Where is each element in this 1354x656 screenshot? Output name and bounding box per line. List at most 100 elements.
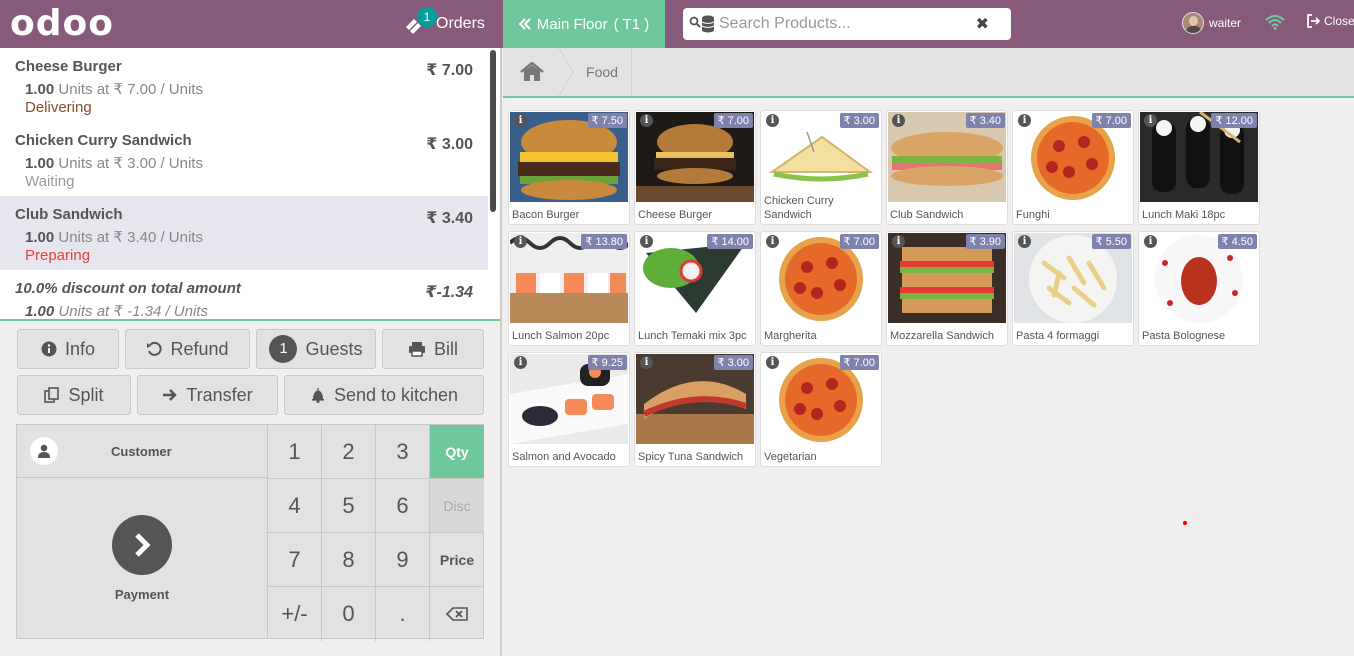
guests-label: Guests — [305, 338, 363, 359]
search-input[interactable] — [719, 15, 969, 33]
payment-button[interactable]: Payment — [17, 478, 268, 639]
numpad-key-4[interactable]: 4 — [268, 479, 322, 533]
order-divider — [0, 319, 500, 321]
numpad-key-5[interactable]: 5 — [322, 479, 376, 533]
refund-label: Refund — [170, 338, 229, 359]
product-card[interactable]: i ₹ 7.00 Vegetarian — [760, 352, 882, 467]
numpad-key-0[interactable]: 0 — [322, 587, 376, 641]
split-button[interactable]: Split — [17, 375, 131, 415]
product-card[interactable]: i ₹ 5.50 Pasta 4 formaggi — [1012, 231, 1134, 346]
odoo-logo: odoo — [10, 3, 114, 44]
product-name: Chicken Curry Sandwich — [764, 195, 834, 221]
product-name: Mozzarella Sandwich — [890, 330, 994, 342]
product-name: Margherita — [764, 330, 817, 342]
numpad-key-plus-minus[interactable]: +/- — [268, 587, 322, 641]
info-icon[interactable]: i — [514, 114, 527, 127]
numpad-key-6[interactable]: 6 — [376, 479, 430, 533]
backspace-icon — [446, 607, 468, 621]
info-button[interactable]: Info — [17, 329, 119, 369]
info-icon[interactable]: i — [892, 114, 905, 127]
numpad-key-9[interactable]: 9 — [376, 533, 430, 587]
sign-out-icon — [1307, 14, 1321, 28]
clear-search-icon[interactable]: ✖ — [976, 14, 989, 34]
info-icon[interactable]: i — [766, 235, 779, 248]
info-icon[interactable]: i — [766, 114, 779, 127]
guests-button[interactable]: 1 Guests — [256, 329, 376, 369]
breadcrumb-category-food[interactable]: Food — [573, 48, 631, 96]
numpad-key-2[interactable]: 2 — [322, 425, 376, 479]
product-card[interactable]: i ₹ 7.50 Bacon Burger — [508, 110, 630, 225]
send-to-kitchen-label: Send to kitchen — [333, 384, 459, 405]
product-price: ₹ 7.50 — [587, 113, 627, 128]
avatar — [1182, 12, 1204, 34]
send-to-kitchen-button[interactable]: Send to kitchen — [284, 375, 484, 415]
close-button[interactable]: Close — [1306, 14, 1354, 28]
product-card[interactable]: i ₹ 7.00 Margherita — [760, 231, 882, 346]
barcode-database-icon — [701, 15, 717, 33]
order-line-info: 1.00 Units at ₹ 3.00 / Units — [25, 155, 203, 172]
numpad-key-dot[interactable]: . — [376, 587, 430, 641]
info-icon[interactable]: i — [1018, 235, 1031, 248]
double-chevron-left-icon — [518, 18, 531, 30]
info-icon[interactable]: i — [640, 235, 653, 248]
left-pane: Cheese Burger ₹ 7.00 1.00 Units at ₹ 7.0… — [0, 48, 502, 656]
info-icon[interactable]: i — [1144, 235, 1157, 248]
product-card[interactable]: i ₹ 3.40 Club Sandwich — [886, 110, 1008, 225]
refund-button[interactable]: Refund — [125, 329, 250, 369]
copy-icon — [44, 387, 60, 403]
product-card[interactable]: i ₹ 3.00 Spicy Tuna Sandwich — [634, 352, 756, 467]
bill-button[interactable]: Bill — [382, 329, 484, 369]
product-price: ₹ 7.00 — [839, 355, 879, 370]
product-card[interactable]: i ₹ 4.50 Pasta Bolognese — [1138, 231, 1260, 346]
backspace-button[interactable] — [430, 587, 484, 641]
product-card[interactable]: i ₹ 3.00 Chicken Curry Sandwich — [760, 110, 882, 225]
numpad-key-3[interactable]: 3 — [376, 425, 430, 479]
numpad-key-7[interactable]: 7 — [268, 533, 322, 587]
order-line-discount[interactable]: 10.0% discount on total amount ₹-1.34 1.… — [0, 270, 488, 320]
product-card[interactable]: i ₹ 12.00 Lunch Maki 18pc — [1138, 110, 1260, 225]
info-icon[interactable]: i — [640, 114, 653, 127]
info-icon[interactable]: i — [892, 235, 905, 248]
order-line-info: 1.00 Units at ₹ 3.40 / Units — [25, 229, 203, 246]
bell-icon — [311, 388, 324, 403]
product-card[interactable]: i ₹ 13.80 Lunch Salmon 20pc — [508, 231, 630, 346]
order-line-selected[interactable]: Club Sandwich ₹ 3.40 1.00 Units at ₹ 3.4… — [0, 196, 488, 270]
product-price: ₹ 3.00 — [839, 113, 879, 128]
order-line[interactable]: Chicken Curry Sandwich ₹ 3.00 1.00 Units… — [0, 122, 488, 196]
transfer-label: Transfer — [186, 384, 253, 405]
disc-mode-button[interactable]: Disc — [430, 479, 484, 533]
customer-button[interactable]: Customer — [17, 425, 268, 478]
floor-back-button[interactable]: Main Floor ( T1 ) — [503, 0, 665, 48]
info-icon[interactable]: i — [514, 356, 527, 369]
info-icon[interactable]: i — [640, 356, 653, 369]
numpad-key-1[interactable]: 1 — [268, 425, 322, 479]
product-card[interactable]: i ₹ 9.25 Salmon and Avocado — [508, 352, 630, 467]
product-card[interactable]: i ₹ 3.90 Mozzarella Sandwich — [886, 231, 1008, 346]
numpad-key-8[interactable]: 8 — [322, 533, 376, 587]
breadcrumb-separator — [559, 48, 573, 96]
order-scrollbar[interactable] — [490, 50, 496, 212]
product-card[interactable]: i ₹ 7.00 Funghi — [1012, 110, 1134, 225]
info-icon[interactable]: i — [766, 356, 779, 369]
order-line-name: Club Sandwich — [15, 206, 123, 223]
wifi-icon[interactable] — [1265, 14, 1285, 35]
info-icon[interactable]: i — [1018, 114, 1031, 127]
order-line-info: 1.00 Units at ₹ -1.34 / Units — [25, 303, 208, 320]
order-line[interactable]: Cheese Burger ₹ 7.00 1.00 Units at ₹ 7.0… — [0, 48, 488, 122]
product-card[interactable]: i ₹ 7.00 Cheese Burger — [634, 110, 756, 225]
price-mode-button[interactable]: Price — [430, 533, 484, 587]
user-menu[interactable]: waiter — [1182, 12, 1241, 34]
info-circle-icon — [41, 341, 57, 357]
customer-label: Customer — [111, 443, 172, 459]
product-price: ₹ 12.00 — [1211, 113, 1257, 128]
info-icon[interactable]: i — [514, 235, 527, 248]
info-icon[interactable]: i — [1144, 114, 1157, 127]
home-button[interactable] — [503, 48, 561, 96]
orders-button[interactable]: 1 Orders — [400, 0, 496, 48]
transfer-button[interactable]: Transfer — [137, 375, 278, 415]
product-name: Club Sandwich — [890, 209, 964, 221]
qty-mode-button[interactable]: Qty — [430, 425, 484, 479]
product-card[interactable]: i ₹ 14.00 Lunch Temaki mix 3pc — [634, 231, 756, 346]
product-name: Vegetarian — [764, 451, 817, 463]
product-price: ₹ 7.00 — [839, 234, 879, 249]
